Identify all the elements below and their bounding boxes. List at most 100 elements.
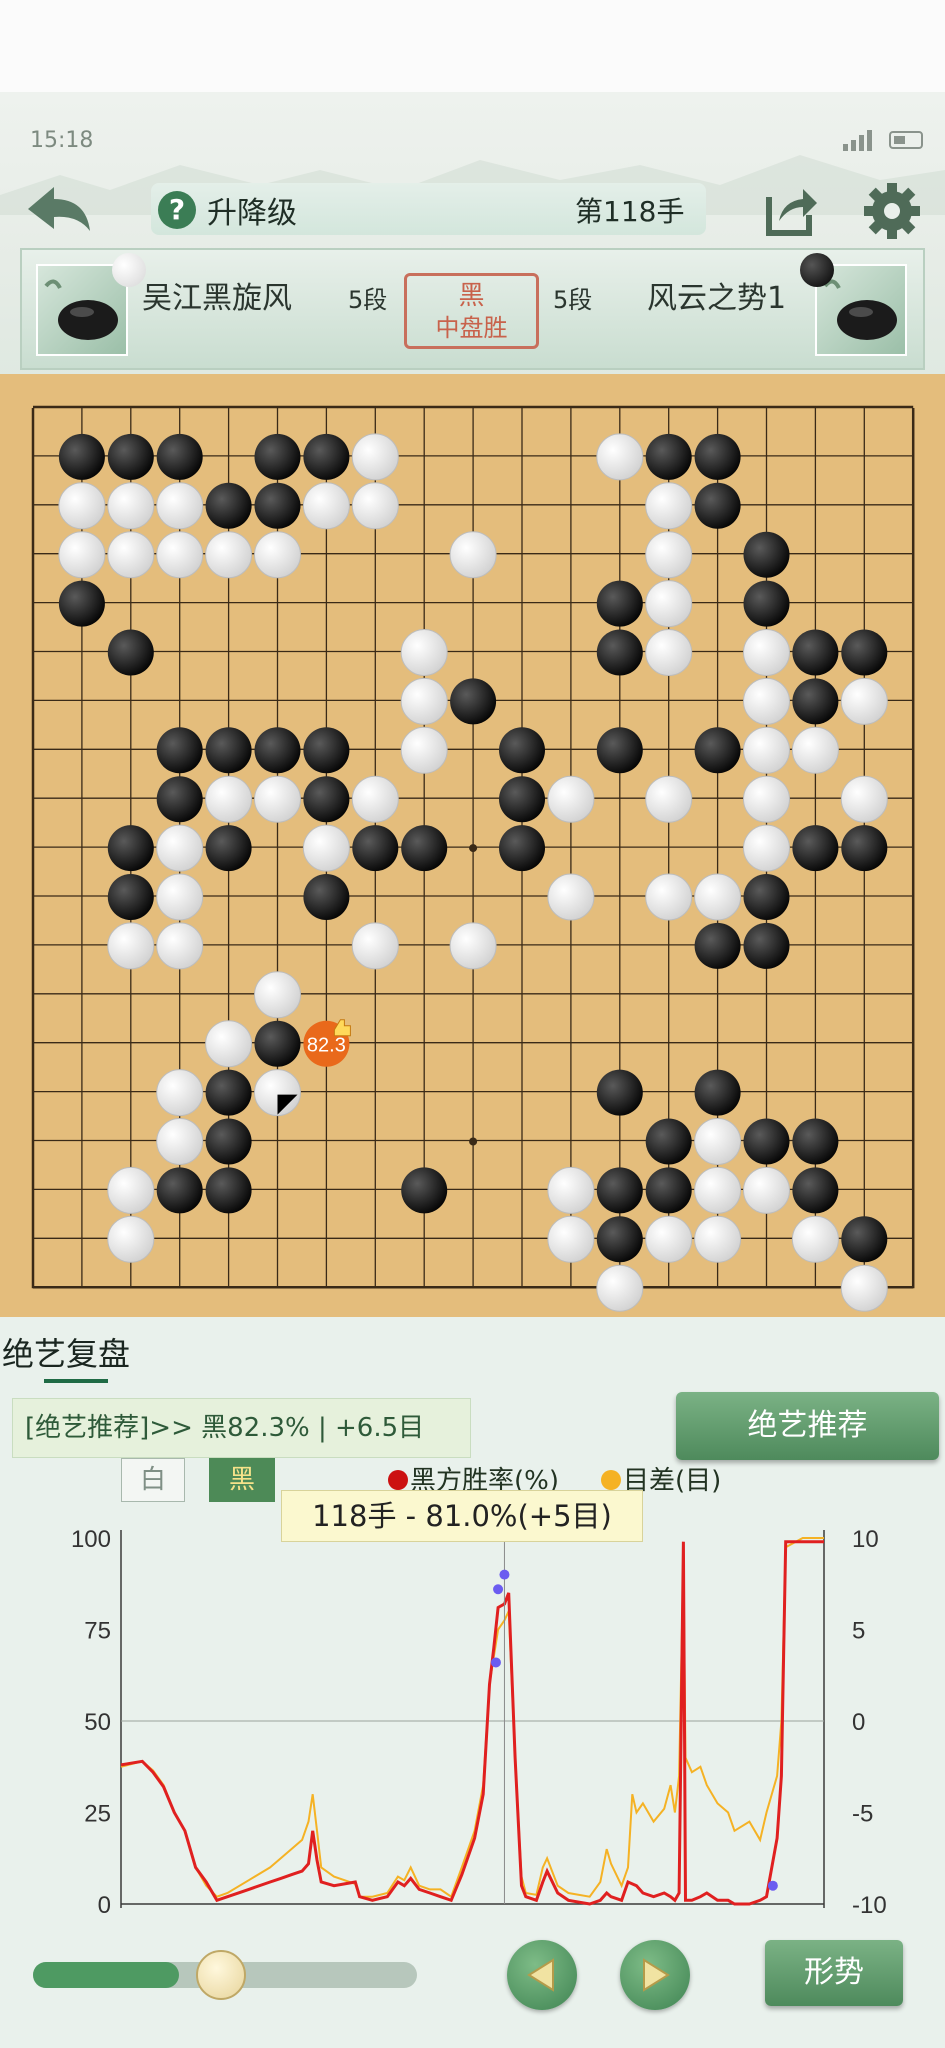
recommendation-info: [绝艺推荐]>> 黑82.3% | +6.5目 [12,1398,471,1458]
black-stone [254,1020,301,1067]
white-stone [254,971,301,1019]
winrate-chart[interactable]: 10075502501050-5-10 [0,1510,945,1920]
game-result: 黑 中盘胜 [404,273,539,349]
white-stone [107,1215,155,1263]
go-board[interactable]: 82.3 [0,374,945,1317]
white-stone [107,531,155,579]
tab-underline [44,1379,108,1383]
black-stone [841,629,888,676]
black-stone-icon [800,253,834,287]
white-stone [205,531,253,579]
black-stone [450,678,497,725]
shape-button[interactable]: 形势 [765,1940,903,2006]
black-player-rank: 5段 [553,286,593,314]
white-stone [547,775,595,823]
black-stone [499,727,545,774]
black-stone [205,482,252,529]
white-stone [645,1215,693,1263]
white-player-rank: 5段 [348,286,388,314]
white-stone [58,531,106,579]
series-winrate-line [120,1540,824,1906]
black-stone [58,580,105,627]
white-stone [302,482,350,530]
black-stone [743,922,790,969]
y-tick-left: 25 [84,1801,111,1828]
thumbs-up-icon [333,1019,351,1037]
black-stone [841,825,888,872]
white-stone [58,482,106,530]
black-stone [303,776,350,823]
white-stone [694,1215,742,1263]
white-stone [107,482,155,530]
top-blank-area [0,0,945,92]
black-stone [303,874,350,920]
white-stone [840,677,888,725]
move-slider-thumb[interactable] [196,1950,246,2000]
next-move-button[interactable] [620,1940,690,2010]
status-time: 15:18 [30,128,94,153]
triangle-left-icon [527,1958,554,1992]
white-stone-icon [112,253,146,287]
black-stone [499,776,545,823]
black-stone [58,433,105,480]
star-point [469,844,478,853]
black-stone [645,433,692,480]
black-stone [694,1069,741,1116]
white-stone [791,1215,839,1263]
star-point [469,1137,478,1146]
black-stone [694,922,741,969]
prev-move-button[interactable] [507,1940,577,2010]
black-stone [743,1118,790,1165]
white-stone [645,629,693,676]
black-stone [156,433,203,480]
gear-icon[interactable] [862,181,922,241]
white-stone [645,873,693,921]
white-stone [351,922,399,970]
triangle-right-icon [643,1958,670,1992]
toggle-black-button[interactable]: 黑 [209,1458,275,1502]
black-stone [254,482,301,529]
result-type: 中盘胜 [435,314,508,342]
chart-marker [499,1569,510,1580]
white-stone [205,775,253,823]
white-stone [156,873,204,921]
white-stone [645,482,693,530]
white-stone [645,531,693,579]
move-counter: 第118手 [575,195,685,228]
black-stone [205,1167,252,1214]
white-stone [743,726,790,774]
white-stone [254,531,301,579]
white-stone [791,726,839,774]
y-tick-left: 100 [71,1526,111,1553]
back-arrow-icon[interactable] [24,181,94,237]
signal-icon [843,130,872,151]
result-winner: 黑 [458,281,485,311]
white-stone [351,775,399,823]
black-stone [596,629,643,676]
black-stone [596,580,643,627]
white-player-name: 吴江黑旋风 [142,281,292,316]
black-stone [254,727,301,774]
white-stone [351,433,399,481]
black-stone [254,433,301,480]
black-stone [205,1118,252,1165]
toggle-white-button[interactable]: 白 [121,1458,185,1502]
y-tick-left: 0 [98,1892,111,1919]
recommend-button[interactable]: 绝艺推荐 [676,1392,939,1460]
white-stone [107,922,155,970]
black-stone [205,825,252,872]
white-stone [840,775,888,823]
tab-review[interactable]: 绝艺复盘 [2,1329,130,1375]
white-stone [547,1166,595,1214]
white-stone [351,482,399,530]
white-stone [840,1264,888,1312]
black-stone [596,727,643,774]
share-icon[interactable] [763,183,819,239]
white-stone [205,1020,253,1068]
y-tick-right: -5 [852,1801,873,1828]
black-stone [743,531,790,578]
black-stone [694,727,741,774]
help-icon[interactable]: ? [158,191,196,229]
chart-marker [767,1880,778,1891]
black-stone [645,1167,692,1214]
